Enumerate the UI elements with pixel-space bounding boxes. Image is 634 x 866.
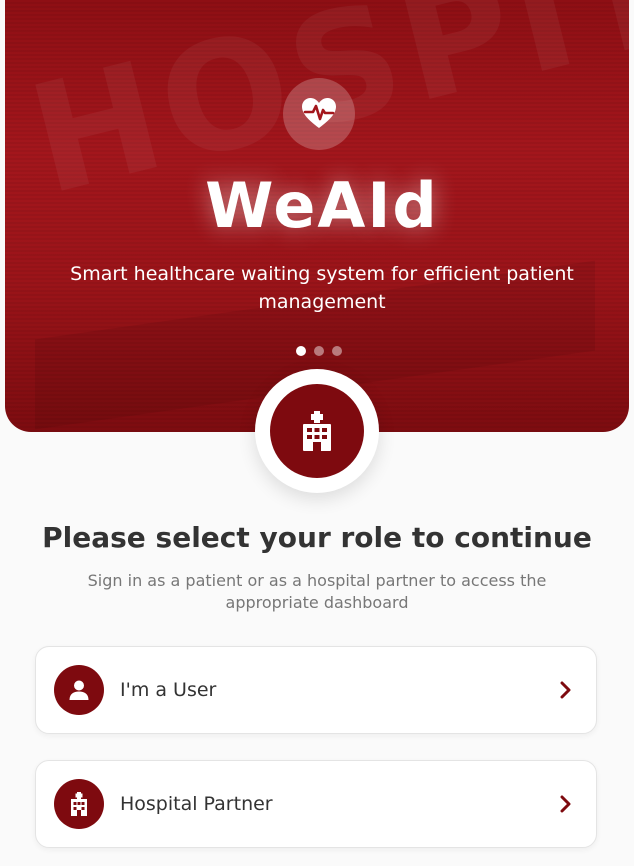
hospital-partner-role-label: Hospital Partner (120, 793, 273, 815)
heart-pulse-icon (283, 78, 355, 150)
user-icon (54, 665, 104, 715)
hospital-icon (54, 779, 104, 829)
carousel-indicator (296, 346, 342, 356)
hospital-building-icon (270, 384, 364, 478)
carousel-dot-2[interactable] (314, 346, 324, 356)
hospital-badge (255, 369, 379, 493)
chevron-right-icon (560, 795, 572, 813)
hospital-partner-role-button[interactable]: Hospital Partner (35, 760, 597, 848)
carousel-dot-1[interactable] (296, 346, 306, 356)
page-title: Please select your role to continue (42, 521, 592, 554)
app-brand-title: WeAId (205, 169, 439, 242)
chevron-right-icon (560, 681, 572, 699)
user-role-label: I'm a User (120, 679, 217, 701)
page-subtitle: Sign in as a patient or as a hospital pa… (87, 571, 547, 612)
hero-banner: HOSPITAL WeAId Smart healthcare waiting … (5, 0, 629, 432)
user-role-button[interactable]: I'm a User (35, 646, 597, 734)
app-tagline: Smart healthcare waiting system for effi… (70, 263, 574, 313)
carousel-dot-3[interactable] (332, 346, 342, 356)
